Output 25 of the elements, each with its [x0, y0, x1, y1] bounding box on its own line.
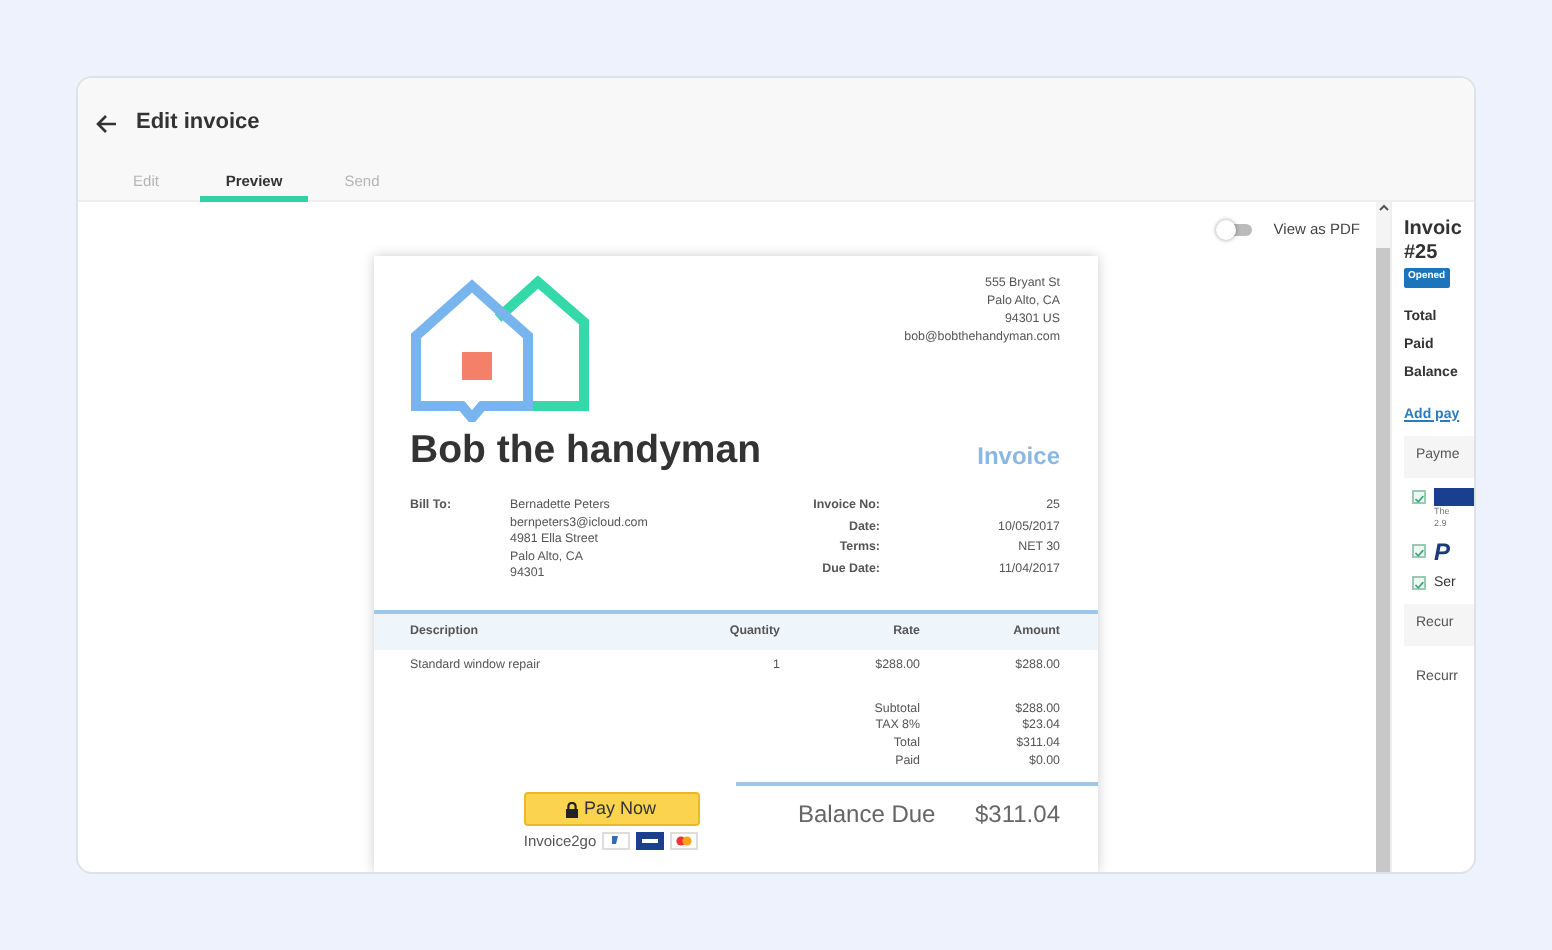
check-icon — [1414, 491, 1424, 505]
back-arrow-icon[interactable] — [96, 113, 116, 133]
panel-title: Invoic — [1404, 218, 1464, 242]
lock-icon — [565, 801, 578, 818]
visa-card-icon — [636, 832, 665, 851]
page-title: Edit invoice — [136, 108, 260, 139]
company-name: Bob the handyman — [410, 426, 762, 474]
checkbox[interactable] — [1412, 576, 1426, 591]
document-title: Invoice — [977, 440, 1060, 474]
balance-value: $311.04 — [975, 798, 1060, 833]
paypal-icon — [602, 832, 631, 851]
pay-now-button[interactable]: Pay Now — [523, 792, 699, 827]
scrollbar[interactable] — [1376, 202, 1390, 872]
scroll-up-icon — [1377, 202, 1389, 214]
checkbox[interactable] — [1412, 489, 1426, 503]
card-logo-icon — [1434, 487, 1474, 505]
mastercard-icon — [670, 832, 699, 851]
checkbox[interactable] — [1412, 544, 1426, 558]
paypal-logo: P — [1434, 539, 1451, 563]
invoice-number: #25 — [1404, 242, 1440, 266]
house-logo-icon — [410, 274, 590, 422]
balance-label: Balance Due — [798, 798, 936, 833]
check-icon — [1414, 546, 1424, 560]
check-icon — [1414, 578, 1424, 593]
toggle-switch[interactable] — [1215, 219, 1252, 239]
